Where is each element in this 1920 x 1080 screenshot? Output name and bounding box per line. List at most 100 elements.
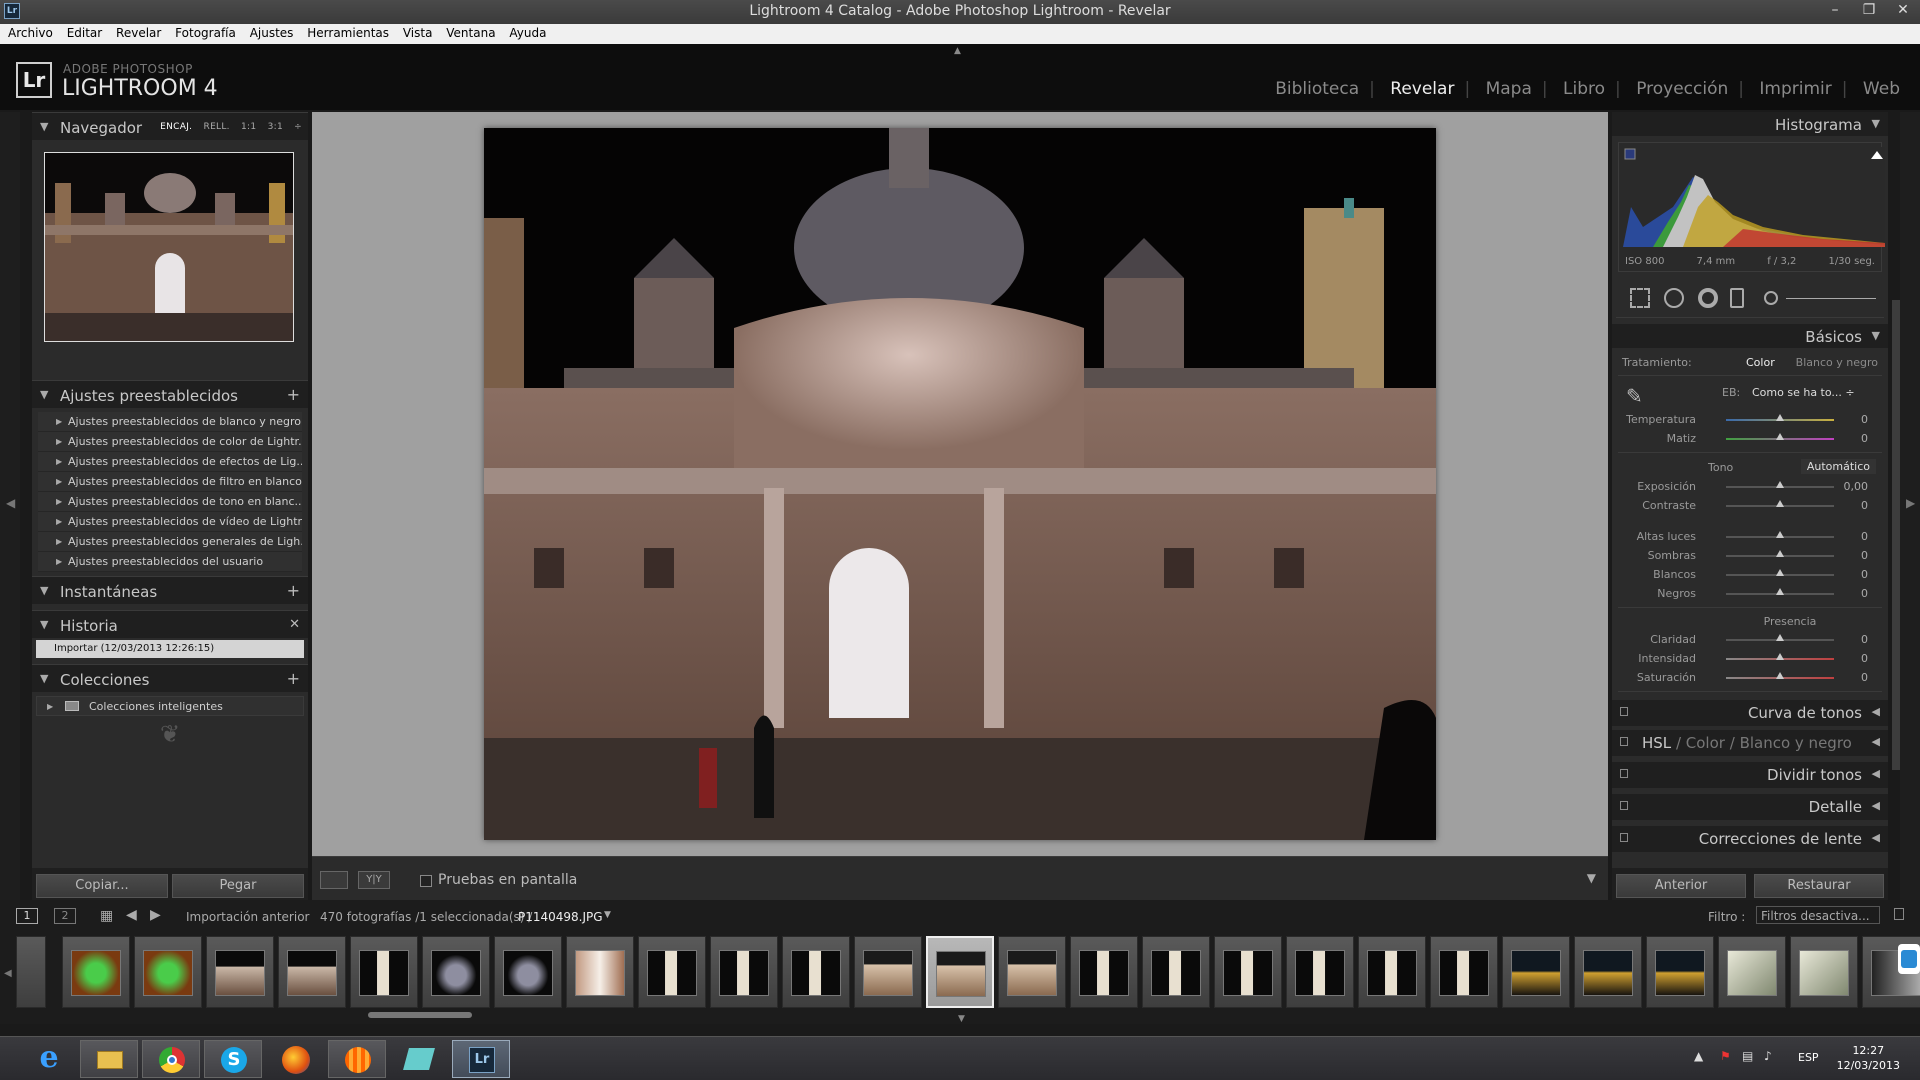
- crop-overlay-icon[interactable]: [1630, 288, 1650, 308]
- tray-chevron-icon[interactable]: ▲: [1694, 1049, 1703, 1063]
- collections-header[interactable]: ▼ Colecciones +: [32, 664, 308, 692]
- panel-switch-icon[interactable]: [1620, 769, 1628, 778]
- right-panel-scrollbar[interactable]: [1892, 300, 1900, 770]
- module-biblioteca[interactable]: Biblioteca: [1265, 79, 1369, 99]
- slider-value[interactable]: 0: [1861, 568, 1868, 581]
- softproof-checkbox[interactable]: [420, 875, 432, 887]
- minimize-icon[interactable]: –: [1818, 0, 1852, 22]
- slider-value[interactable]: 0: [1861, 432, 1868, 445]
- hsl-header[interactable]: HSL / Color / Blanco y negro ◀: [1612, 730, 1888, 756]
- language-indicator[interactable]: ESP: [1798, 1051, 1819, 1064]
- clear-history-icon[interactable]: ✕: [289, 617, 300, 632]
- close-icon[interactable]: ✕: [1886, 0, 1920, 22]
- exposure-slider[interactable]: Exposición 0,00: [1618, 477, 1882, 496]
- graduated-filter-icon[interactable]: [1730, 288, 1744, 308]
- blacks-slider[interactable]: Negros 0: [1618, 584, 1882, 603]
- slider-value[interactable]: 0,00: [1844, 480, 1869, 493]
- network-icon[interactable]: ▤: [1742, 1049, 1753, 1063]
- film-thumb[interactable]: [62, 936, 130, 1008]
- film-thumb[interactable]: [1286, 936, 1354, 1008]
- film-thumb[interactable]: [206, 936, 274, 1008]
- slider-thumb[interactable]: [1776, 672, 1784, 679]
- film-thumb[interactable]: [1502, 936, 1570, 1008]
- add-preset-icon[interactable]: +: [287, 385, 300, 404]
- filter-select[interactable]: Filtros desactiva...: [1756, 906, 1880, 924]
- film-thumb[interactable]: [1646, 936, 1714, 1008]
- menu-vista[interactable]: Vista: [395, 24, 433, 40]
- action-center-flag-icon[interactable]: ⚑: [1720, 1049, 1731, 1063]
- panel-switch-icon[interactable]: [1620, 707, 1628, 716]
- slider-value[interactable]: 0: [1861, 499, 1868, 512]
- auto-tone-button[interactable]: Automático: [1800, 459, 1876, 474]
- film-thumb[interactable]: [1718, 936, 1786, 1008]
- copy-button[interactable]: Copiar...: [36, 874, 168, 898]
- restore-icon[interactable]: ❐: [1852, 0, 1886, 22]
- history-header[interactable]: ▼ Historia ✕: [32, 610, 308, 638]
- module-mapa[interactable]: Mapa: [1476, 79, 1542, 99]
- temperature-slider[interactable]: Temperatura 0: [1618, 410, 1882, 429]
- slider-value[interactable]: 0: [1861, 633, 1868, 646]
- navigator-preview[interactable]: [44, 152, 294, 342]
- film-thumb[interactable]: [566, 936, 634, 1008]
- module-revelar[interactable]: Revelar: [1380, 79, 1464, 99]
- slider-thumb[interactable]: [1776, 653, 1784, 660]
- tone-curve-header[interactable]: Curva de tonos ◀: [1612, 700, 1888, 726]
- histogram-header[interactable]: Histograma ▼: [1612, 112, 1888, 136]
- film-thumb[interactable]: [998, 936, 1066, 1008]
- panel-switch-icon[interactable]: [1620, 737, 1628, 746]
- filmstrip-filename[interactable]: P1140498.JPG: [518, 910, 603, 924]
- preset-folder[interactable]: ▶ Ajustes preestablecidos de tono en blan…: [38, 492, 302, 512]
- collection-set[interactable]: ▶ Colecciones inteligentes: [36, 696, 304, 716]
- secondary-window-button[interactable]: 2: [54, 908, 76, 924]
- split-toning-header[interactable]: Dividir tonos ◀: [1612, 762, 1888, 788]
- ie-icon[interactable]: e: [20, 1040, 78, 1078]
- main-photo[interactable]: [484, 128, 1436, 840]
- panel-switch-icon[interactable]: [1620, 833, 1628, 842]
- film-thumb[interactable]: [1358, 936, 1426, 1008]
- tray-popup-icon[interactable]: [1898, 944, 1920, 974]
- slider-value[interactable]: 0: [1861, 549, 1868, 562]
- primary-window-button[interactable]: 1: [16, 908, 38, 924]
- slider-value[interactable]: 0: [1861, 671, 1868, 684]
- top-panel-toggle-icon[interactable]: ▲: [954, 46, 961, 56]
- film-thumb[interactable]: [1070, 936, 1138, 1008]
- film-thumb[interactable]: [278, 936, 346, 1008]
- slider-thumb[interactable]: [1776, 569, 1784, 576]
- grid-view-icon[interactable]: ▦: [100, 908, 113, 924]
- module-proyeccion[interactable]: Proyección: [1626, 79, 1738, 99]
- lightroom-taskbar-icon[interactable]: Lr: [452, 1040, 510, 1078]
- clarity-slider[interactable]: Claridad 0: [1618, 630, 1882, 649]
- film-thumb[interactable]: [710, 936, 778, 1008]
- file-explorer-icon[interactable]: [80, 1040, 138, 1078]
- firefox-icon[interactable]: [266, 1040, 324, 1078]
- film-thumb[interactable]: [422, 936, 490, 1008]
- filename-dropdown-icon[interactable]: ▼: [604, 910, 611, 920]
- slider-value[interactable]: 0: [1861, 652, 1868, 665]
- adjustment-brush-icon[interactable]: [1764, 291, 1778, 305]
- presets-header[interactable]: ▼ Ajustes preestablecidos +: [32, 380, 308, 408]
- slider-value[interactable]: 0: [1861, 413, 1868, 426]
- film-thumb[interactable]: [494, 936, 562, 1008]
- menu-archivo[interactable]: Archivo: [0, 24, 53, 40]
- right-panel-toggle-icon[interactable]: ▶: [1906, 496, 1915, 510]
- history-step[interactable]: Importar (12/03/2013 12:26:15): [36, 640, 304, 658]
- reset-button[interactable]: Restaurar: [1754, 874, 1884, 898]
- bw-tab[interactable]: Blanco y negro: [1740, 734, 1852, 752]
- contrast-slider[interactable]: Contraste 0: [1618, 496, 1882, 515]
- film-thumb[interactable]: [926, 936, 994, 1008]
- filter-lock-icon[interactable]: [1894, 908, 1904, 920]
- paste-button[interactable]: Pegar: [172, 874, 304, 898]
- histogram[interactable]: ISO 800 7,4 mm f / 3,2 1/30 seg.: [1618, 142, 1885, 272]
- snapshots-header[interactable]: ▼ Instantáneas +: [32, 576, 308, 604]
- spot-removal-icon[interactable]: [1664, 288, 1684, 308]
- slider-thumb[interactable]: [1776, 414, 1784, 421]
- menu-herramientas[interactable]: Herramientas: [299, 24, 389, 40]
- basics-header[interactable]: Básicos ▼: [1612, 324, 1888, 348]
- panel-switch-icon[interactable]: [1620, 801, 1628, 810]
- module-libro[interactable]: Libro: [1553, 79, 1615, 99]
- lens-corrections-header[interactable]: Correcciones de lente ◀: [1612, 826, 1888, 852]
- film-thumb[interactable]: [854, 936, 922, 1008]
- preset-folder[interactable]: ▶ Ajustes preestablecidos de efectos de L…: [38, 452, 302, 472]
- back-arrow-icon[interactable]: ◀: [126, 907, 137, 923]
- film-thumb[interactable]: [782, 936, 850, 1008]
